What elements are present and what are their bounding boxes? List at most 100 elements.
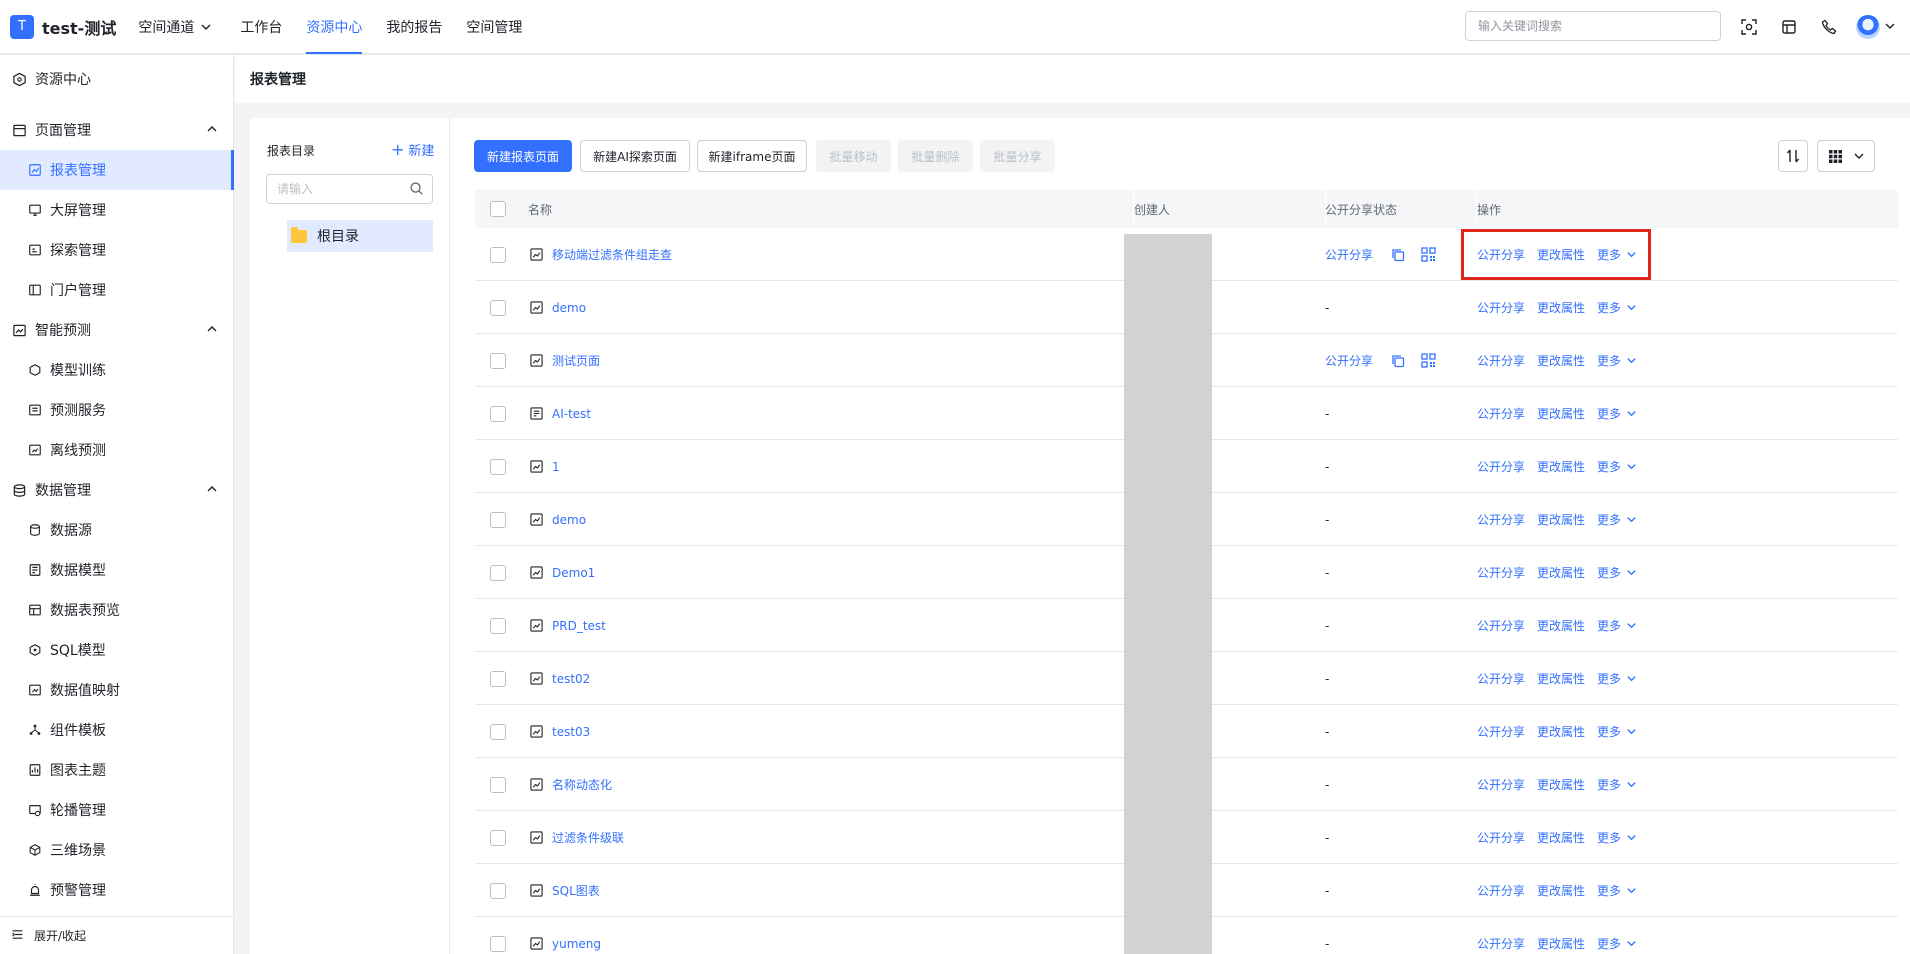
report-name-link[interactable]: 测试页面 [552,352,600,369]
public-share-action[interactable]: 公开分享 [1477,776,1525,793]
row-checkbox[interactable] [490,882,506,899]
row-checkbox[interactable] [490,458,506,475]
public-share-action[interactable]: 公开分享 [1477,829,1525,846]
nav-resource-center[interactable]: 资源中心 [306,0,363,54]
public-share-action[interactable]: 公开分享 [1477,299,1525,316]
qrcode-icon[interactable] [1421,247,1436,262]
directory-search-input[interactable] [266,174,433,204]
edit-properties-action[interactable]: 更改属性 [1537,882,1585,899]
sidebar-item-prediction-service[interactable]: 预测服务 [0,390,234,430]
sidebar-item-3d-scene[interactable]: 三维场景 [0,830,234,870]
new-directory-button[interactable]: + 新建 [391,140,434,159]
public-share-action[interactable]: 公开分享 [1477,564,1525,581]
public-share-action[interactable]: 公开分享 [1477,723,1525,740]
batch-delete-button[interactable]: 批量删除 [898,140,973,172]
more-action[interactable]: 更多 [1597,564,1621,581]
more-action[interactable]: 更多 [1597,617,1621,634]
edit-properties-action[interactable]: 更改属性 [1537,352,1585,369]
nav-my-reports[interactable]: 我的报告 [386,0,442,54]
edit-properties-action[interactable]: 更改属性 [1537,829,1585,846]
more-action[interactable]: 更多 [1597,882,1621,899]
report-name-link[interactable]: PRD_test [552,619,606,633]
sidebar-item-report-management[interactable]: 报表管理 [0,150,234,190]
sidebar-item-offline-prediction[interactable]: 离线预测 [0,430,234,470]
more-action[interactable]: 更多 [1597,723,1621,740]
row-checkbox[interactable] [490,776,506,793]
public-share-action[interactable]: 公开分享 [1477,405,1525,422]
report-name-link[interactable]: yumeng [552,937,601,951]
sidebar-item-model-training[interactable]: 模型训练 [0,350,234,390]
sidebar-collapse-toggle[interactable]: 展开/收起 [0,916,234,954]
row-checkbox[interactable] [490,511,506,528]
report-name-link[interactable]: demo [552,301,586,315]
more-action[interactable]: 更多 [1597,405,1621,422]
qrcode-icon[interactable] [1421,353,1436,368]
calendar-icon[interactable] [1779,17,1799,37]
phone-icon[interactable] [1819,17,1839,37]
sidebar-group-data-management[interactable]: 数据管理 [0,470,234,510]
more-action[interactable]: 更多 [1597,458,1621,475]
edit-properties-action[interactable]: 更改属性 [1537,670,1585,687]
column-creator[interactable]: 创建人 [1134,190,1170,228]
public-share-action[interactable]: 公开分享 [1477,352,1525,369]
edit-properties-action[interactable]: 更改属性 [1537,723,1585,740]
row-checkbox[interactable] [490,670,506,687]
report-name-link[interactable]: AI-test [552,407,591,421]
nav-workbench[interactable]: 工作台 [240,0,282,54]
sidebar-item-screen-management[interactable]: 大屏管理 [0,190,234,230]
report-name-link[interactable]: test03 [552,725,590,739]
row-checkbox[interactable] [490,405,506,422]
share-status-link[interactable]: 公开分享 [1325,246,1373,263]
edit-properties-action[interactable]: 更改属性 [1537,405,1585,422]
nav-space-management[interactable]: 空间管理 [466,0,522,54]
new-iframe-button[interactable]: 新建iframe页面 [697,140,807,172]
edit-properties-action[interactable]: 更改属性 [1537,458,1585,475]
chevron-down-icon[interactable] [1884,20,1896,32]
sidebar-item-carousel-management[interactable]: 轮播管理 [0,790,234,830]
more-action[interactable]: 更多 [1597,935,1621,952]
edit-properties-action[interactable]: 更改属性 [1537,935,1585,952]
edit-properties-action[interactable]: 更改属性 [1537,511,1585,528]
edit-properties-action[interactable]: 更改属性 [1537,564,1585,581]
directory-root-node[interactable]: 根目录 [287,220,433,252]
more-action[interactable]: 更多 [1597,670,1621,687]
sidebar-group-page-management[interactable]: 页面管理 [0,110,234,150]
more-action[interactable]: 更多 [1597,511,1621,528]
more-action[interactable]: 更多 [1597,776,1621,793]
edit-properties-action[interactable]: 更改属性 [1537,776,1585,793]
edit-properties-action[interactable]: 更改属性 [1537,299,1585,316]
copy-icon[interactable] [1391,354,1405,368]
report-name-link[interactable]: test02 [552,672,590,686]
report-name-link[interactable]: 过滤条件级联 [552,829,624,846]
row-checkbox[interactable] [490,246,506,263]
row-checkbox[interactable] [490,564,506,581]
avatar[interactable] [1856,15,1880,39]
space-switch[interactable]: 空间通道 [138,17,212,37]
row-checkbox[interactable] [490,935,506,952]
column-name[interactable]: 名称 [528,190,552,228]
sidebar-item-portal-management[interactable]: 门户管理 [0,270,234,310]
row-checkbox[interactable] [490,723,506,740]
search-icon[interactable] [409,181,424,196]
sort-button[interactable] [1778,140,1808,172]
public-share-action[interactable]: 公开分享 [1477,458,1525,475]
public-share-action[interactable]: 公开分享 [1477,511,1525,528]
report-name-link[interactable]: 名称动态化 [552,776,612,793]
report-name-link[interactable]: demo [552,513,586,527]
row-checkbox[interactable] [490,299,506,316]
sidebar-item-data-model[interactable]: 数据模型 [0,550,234,590]
report-name-link[interactable]: SQL图表 [552,882,600,899]
app-logo[interactable]: T [10,14,34,39]
row-checkbox[interactable] [490,617,506,634]
batch-move-button[interactable]: 批量移动 [816,140,891,172]
sidebar-item-explore-management[interactable]: 探索管理 [0,230,234,270]
view-mode-button[interactable] [1817,140,1875,172]
sidebar-item-data-source[interactable]: 数据源 [0,510,234,550]
more-action[interactable]: 更多 [1597,299,1621,316]
edit-properties-action[interactable]: 更改属性 [1537,617,1585,634]
share-status-link[interactable]: 公开分享 [1325,352,1373,369]
public-share-action[interactable]: 公开分享 [1477,882,1525,899]
row-checkbox[interactable] [490,352,506,369]
app-title[interactable]: test-测试 [42,15,116,39]
sidebar-group-smart-prediction[interactable]: 智能预测 [0,310,234,350]
